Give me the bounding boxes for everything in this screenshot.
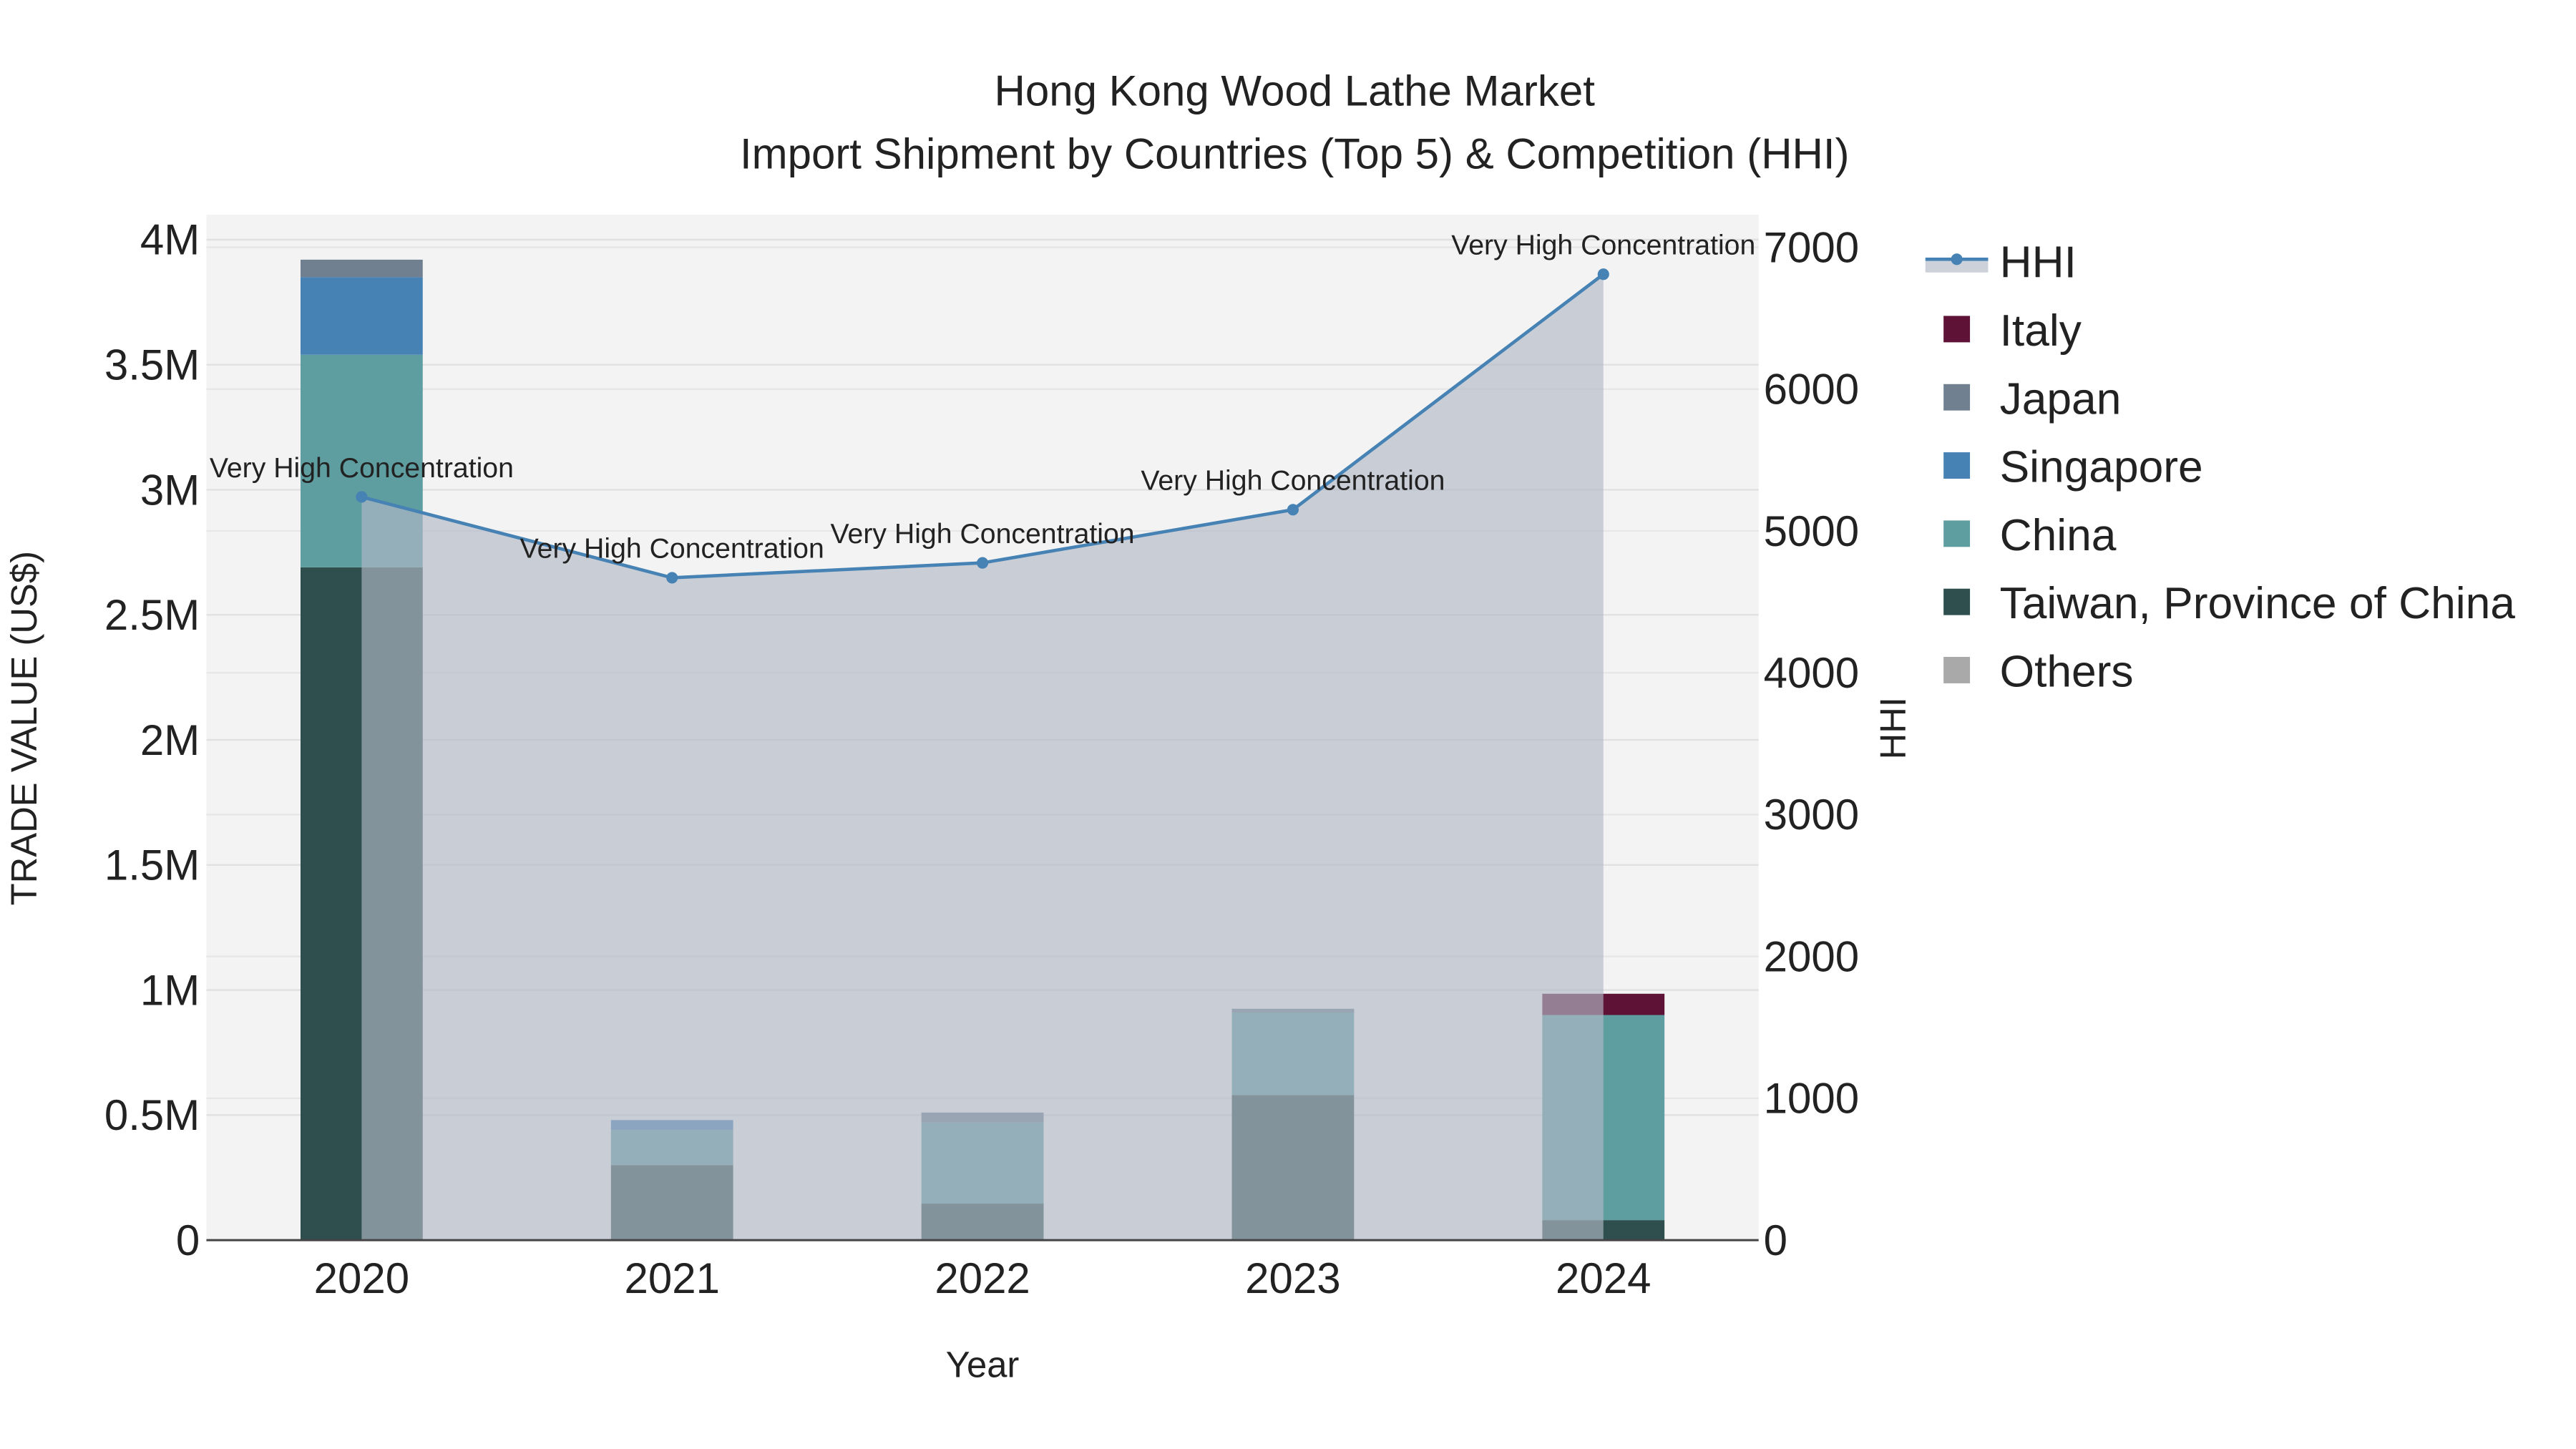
y-axis-label: TRADE VALUE (US$) — [4, 551, 44, 905]
y-tick-label: 2.5M — [104, 591, 200, 639]
hhi-point-2024 — [1597, 268, 1609, 280]
y2-tick-label: 0 — [1764, 1216, 1787, 1264]
hhi-annotation: Very High Concentration — [520, 533, 824, 565]
hhi-point-2023 — [1287, 504, 1299, 516]
hhi-annotation: Very High Concentration — [1141, 465, 1445, 497]
x-tick-label: 2023 — [1245, 1254, 1340, 1302]
hhi-point-2022 — [977, 557, 989, 569]
chart-title: Hong Kong Wood Lathe Market — [995, 67, 1596, 115]
y-tick-label: 1M — [140, 966, 200, 1014]
y2-tick-label: 4000 — [1764, 649, 1859, 697]
chart-subtitle: Import Shipment by Countries (Top 5) & C… — [740, 130, 1850, 177]
y-tick-label: 4M — [140, 216, 200, 264]
hhi-trade-chart: Hong Kong Wood Lathe Market Import Shipm… — [4, 67, 2516, 1385]
legend-label: Italy — [2000, 306, 2082, 356]
hhi-point-2020 — [356, 491, 368, 503]
x-tick-label: 2020 — [314, 1254, 409, 1302]
legend-swatch-italy — [1943, 316, 1971, 343]
y2-tick-label: 2000 — [1764, 932, 1859, 980]
legend-label: Japan — [2000, 374, 2122, 424]
legend-swatch-japan — [1943, 384, 1971, 411]
y2-tick-label: 5000 — [1764, 507, 1859, 555]
y-tick-label: 3.5M — [104, 341, 200, 389]
hhi-annotation: Very High Concentration — [210, 452, 514, 484]
legend-swatch-singapore — [1943, 452, 1971, 479]
y-tick-label: 1.5M — [104, 841, 200, 889]
legend-label: China — [2000, 511, 2117, 560]
legend-label: Taiwan, Province of China — [2000, 579, 2516, 628]
x-tick-label: 2021 — [624, 1254, 719, 1302]
y2-tick-label: 1000 — [1764, 1075, 1859, 1123]
legend-marker-hhi — [1951, 253, 1963, 265]
legend-swatch-taiwan-province-of-china — [1943, 588, 1971, 615]
x-tick-label: 2024 — [1556, 1254, 1651, 1302]
hhi-annotation: Very High Concentration — [1451, 230, 1755, 261]
hhi-point-2021 — [666, 572, 678, 584]
legend-swatch-china — [1943, 520, 1971, 547]
legend-label: Others — [2000, 648, 2134, 697]
x-axis-label: Year — [946, 1345, 1020, 1385]
y2-tick-label: 6000 — [1764, 366, 1859, 414]
y2-tick-label: 3000 — [1764, 791, 1859, 839]
legend-label: HHI — [2000, 238, 2077, 288]
legend-swatch-others — [1943, 657, 1971, 683]
hhi-annotation: Very High Concentration — [831, 518, 1135, 550]
y-tick-label: 0.5M — [104, 1091, 200, 1139]
x-tick-label: 2022 — [935, 1254, 1030, 1302]
y-tick-label: 0 — [176, 1216, 200, 1264]
y-tick-label: 3M — [140, 466, 200, 514]
bar-japan-2020 — [301, 259, 423, 278]
y2-axis-label: HHI — [1873, 697, 1913, 759]
legend-label: Singapore — [2000, 443, 2203, 492]
bar-singapore-2020 — [301, 277, 423, 355]
y-tick-label: 2M — [140, 716, 200, 764]
y2-tick-label: 7000 — [1764, 223, 1859, 271]
